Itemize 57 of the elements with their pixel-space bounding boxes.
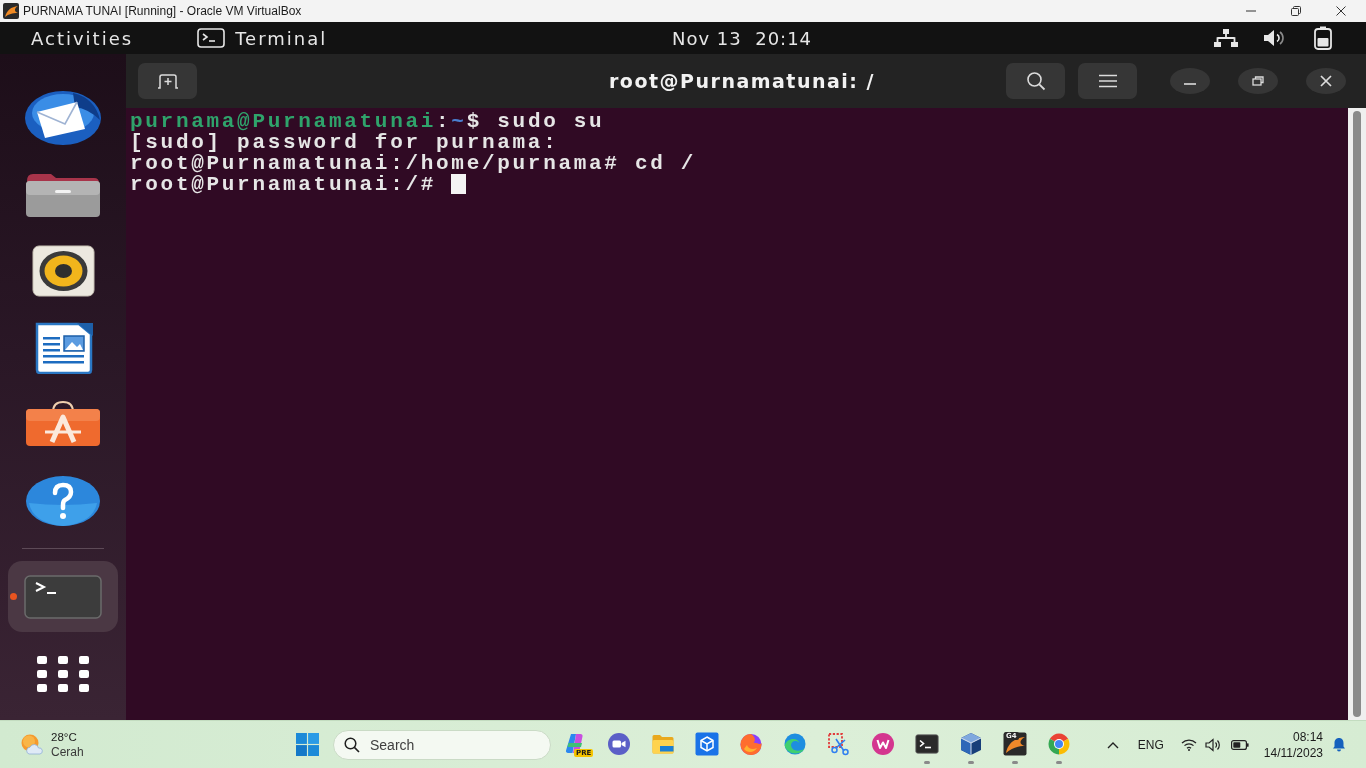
clock-time: 08:14 <box>1292 728 1323 745</box>
wheel-globe-icon[interactable] <box>1047 731 1071 756</box>
restore-button[interactable] <box>1238 68 1278 94</box>
wave-globe-icon[interactable] <box>783 731 807 756</box>
scrollbar[interactable] <box>1348 108 1366 720</box>
minimize-button[interactable] <box>1170 68 1210 94</box>
weather-condition-text: Cerah <box>51 744 84 760</box>
temperature-text: 28°C <box>51 729 78 745</box>
close-icon[interactable] <box>1336 6 1346 16</box>
zigzag-circle-icon[interactable] <box>871 731 895 756</box>
app-menu[interactable]: Terminal <box>197 27 328 49</box>
terminal-line: root@Purnamatunai:/# <box>130 174 467 195</box>
new-tab-button[interactable] <box>138 63 197 99</box>
chevron-up-icon[interactable] <box>1106 740 1119 749</box>
bell-icon[interactable] <box>1332 737 1346 752</box>
new-tab-icon <box>156 73 179 89</box>
search-icon <box>344 736 360 753</box>
search-button[interactable] <box>1006 63 1065 99</box>
flame-globe-icon[interactable] <box>739 731 763 756</box>
start-menu-icon[interactable] <box>295 733 319 756</box>
folder-icon <box>25 171 101 218</box>
cube-tile-icon[interactable] <box>695 731 719 756</box>
minimize-icon <box>1184 83 1196 85</box>
app-grid-icon[interactable] <box>37 655 89 692</box>
help-icon <box>25 474 101 527</box>
close-icon <box>1320 75 1332 87</box>
restore-icon <box>1252 76 1264 86</box>
menu-icon <box>1098 74 1117 88</box>
clock-label[interactable]: Nov 13 20:14 <box>672 27 813 49</box>
battery-icon[interactable] <box>1314 26 1332 50</box>
terminal-line: [sudo] password for purnama: <box>130 132 559 153</box>
clock-date: 14/11/2023 <box>1263 744 1323 761</box>
search-field[interactable]: Search <box>333 729 551 760</box>
terminal-line: purnama@Purnamatunai:~$ sudo su <box>130 111 605 132</box>
search-icon <box>1025 71 1046 91</box>
mail-icon <box>23 90 103 146</box>
terminal-line: root@Purnamatunai:/home/purnama# cd / <box>130 153 697 174</box>
window-title: PURNAMA TUNAI [Running] - Oracle VM VirtualBox <box>23 4 302 18</box>
terminal-icon <box>24 574 102 619</box>
activities-menu[interactable]: Activities <box>31 27 134 49</box>
language-indicator[interactable]: ENG <box>1137 737 1164 752</box>
scissors-icon[interactable] <box>827 731 851 756</box>
isometric-cube-icon[interactable] <box>959 731 983 756</box>
restore-icon[interactable] <box>1291 6 1301 16</box>
video-camera-icon[interactable] <box>607 731 631 756</box>
terminal-icon[interactable] <box>915 731 939 756</box>
close-button[interactable] <box>1306 68 1346 94</box>
battery-icon[interactable] <box>1230 739 1249 750</box>
speaker-icon <box>31 245 95 298</box>
menu-button[interactable] <box>1078 63 1137 99</box>
wifi-icon[interactable] <box>1180 738 1197 751</box>
network-icon[interactable] <box>1213 28 1239 48</box>
terminal-icon <box>197 28 226 48</box>
app-logo-icon <box>3 3 19 19</box>
volume-icon[interactable] <box>1204 737 1221 752</box>
shopping-bag-icon <box>25 401 101 448</box>
window-title: root@Purnamatunai: / <box>609 70 875 92</box>
